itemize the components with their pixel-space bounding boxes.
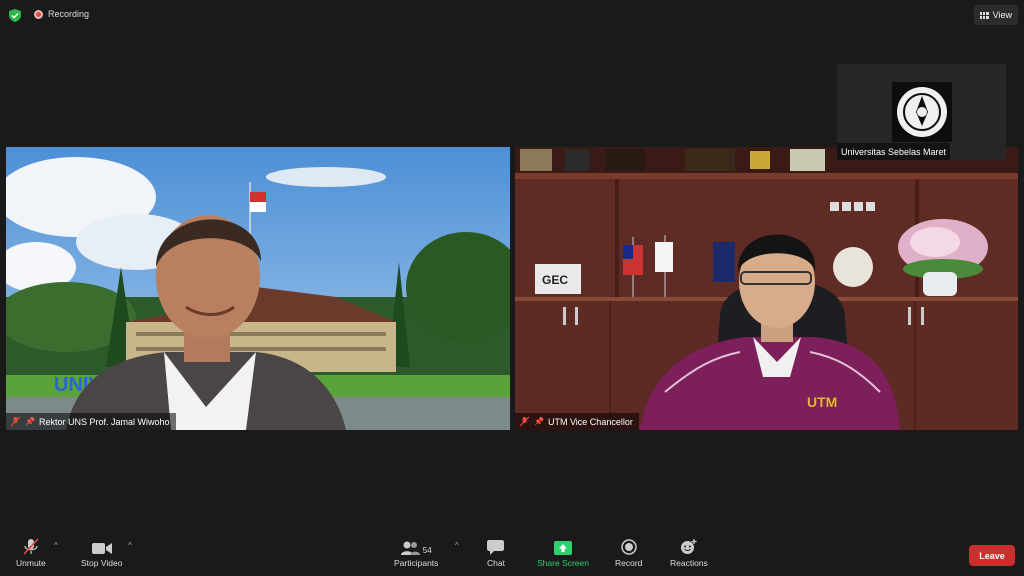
stop-video-label: Stop Video xyxy=(81,558,123,568)
chat-button[interactable]: Chat xyxy=(487,538,505,568)
stop-video-button[interactable]: Stop Video xyxy=(81,538,122,568)
shield-icon[interactable] xyxy=(9,9,21,22)
recording-icon xyxy=(34,9,43,19)
pin-icon: 📌 xyxy=(534,417,544,426)
view-label: View xyxy=(992,10,1012,20)
thumbnail-name-label: Universitas Sebelas Maret xyxy=(837,143,951,160)
video-camera-icon xyxy=(91,543,112,554)
recording-label: Recording xyxy=(48,9,90,19)
record-button[interactable]: Record xyxy=(615,538,642,568)
uns-logo-icon xyxy=(897,87,947,137)
reactions-button[interactable]: Reactions xyxy=(670,538,708,568)
mic-muted-icon xyxy=(519,416,530,427)
leave-button[interactable]: Leave xyxy=(969,545,1015,566)
share-screen-icon xyxy=(553,541,572,555)
video-options-caret[interactable]: ^ xyxy=(128,541,132,550)
recording-indicator[interactable]: Recording xyxy=(34,9,89,19)
reactions-label: Reactions xyxy=(670,558,708,568)
participants-options-caret[interactable]: ^ xyxy=(455,541,459,550)
pin-icon: 📌 xyxy=(25,417,35,426)
video-tile-utm[interactable]: GEC UTM 📌 UTM Vice Chancellor xyxy=(515,147,1018,430)
grid-view-icon xyxy=(979,11,989,19)
participant-name: Rektor UNS Prof. Jamal Wiwoho xyxy=(38,416,170,427)
participant-thumbnail[interactable]: Universitas Sebelas Maret xyxy=(837,64,1006,160)
chat-icon xyxy=(487,540,505,555)
participant-name: UTM Vice Chancellor xyxy=(547,416,633,427)
meeting-toolbar: Unmute ^ Stop Video ^ 54 Participants ^ … xyxy=(0,532,1024,576)
share-screen-button[interactable]: Share Screen xyxy=(537,538,589,568)
university-logo xyxy=(892,82,952,142)
mic-muted-icon xyxy=(10,416,21,427)
unmute-label: Unmute xyxy=(16,558,46,568)
participant-name-tag: 📌 UTM Vice Chancellor xyxy=(515,413,639,430)
video-feed-utm: GEC UTM xyxy=(515,147,1018,430)
chat-label: Chat xyxy=(487,558,505,568)
video-feed-rektor: UNIV RSITAS MARET xyxy=(6,147,510,430)
participants-count: 54 xyxy=(422,546,432,555)
view-button[interactable]: View xyxy=(973,5,1018,25)
participants-icon xyxy=(400,541,420,555)
mic-muted-icon xyxy=(23,538,39,555)
svg-text:GEC: GEC xyxy=(542,273,568,287)
svg-text:UTM: UTM xyxy=(807,394,837,410)
unmute-button[interactable]: Unmute xyxy=(16,538,46,568)
participants-button[interactable]: 54 Participants xyxy=(394,538,438,568)
reactions-icon xyxy=(681,539,697,554)
participants-label: Participants xyxy=(394,558,439,568)
audio-options-caret[interactable]: ^ xyxy=(54,541,58,550)
share-screen-label: Share Screen xyxy=(537,558,589,568)
video-tile-rektor[interactable]: UNIV RSITAS MARET 📌 Rektor UNS Prof. Jam… xyxy=(6,147,510,430)
record-label: Record xyxy=(615,558,643,568)
participant-name-tag: 📌 Rektor UNS Prof. Jamal Wiwoho xyxy=(6,413,176,430)
record-icon xyxy=(620,539,637,555)
top-bar: Recording View xyxy=(0,0,1024,30)
